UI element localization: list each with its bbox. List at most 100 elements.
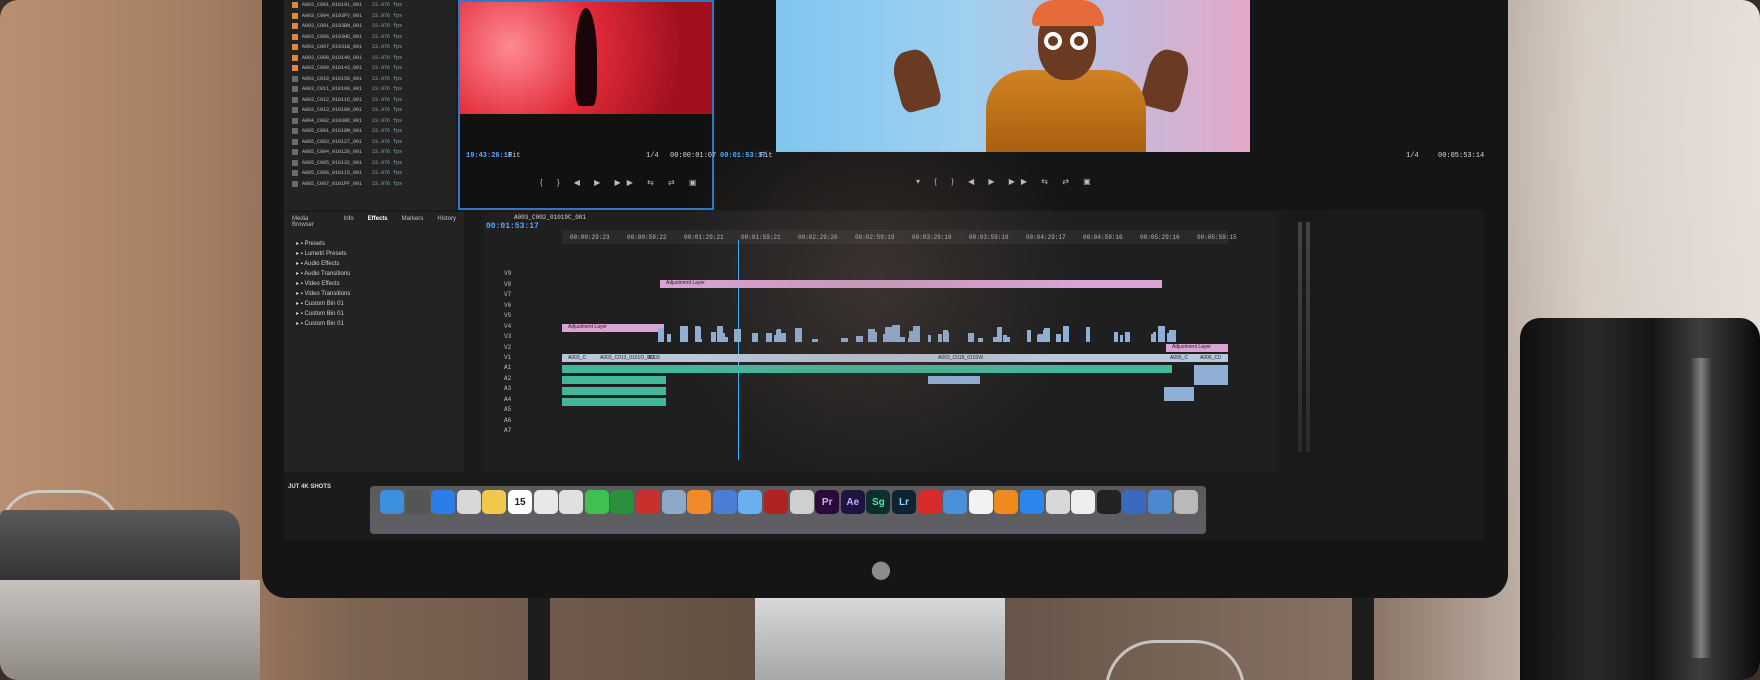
- project-item[interactable]: A003_C009_010143_001 23.976 fps: [284, 63, 456, 74]
- effects-folder[interactable]: ▸ ▪ Custom Bin 01: [284, 298, 464, 308]
- track-label-a6[interactable]: A6: [504, 417, 511, 424]
- effects-folder[interactable]: ▸ ▪ Audio Transitions: [284, 268, 464, 278]
- project-item[interactable]: A005_C003_010127_001 23.976 fps: [284, 137, 456, 148]
- video-clip[interactable]: [725, 336, 729, 342]
- textedit-icon[interactable]: [533, 490, 558, 514]
- track-label-a3[interactable]: A3: [504, 385, 511, 392]
- speedgrade-icon[interactable]: Sg: [866, 490, 891, 514]
- adjustment-layer-clip[interactable]: Adjustment Layer: [1166, 344, 1228, 352]
- lightroom-icon[interactable]: Lr: [892, 490, 916, 514]
- preview-icon-2[interactable]: [1045, 490, 1070, 514]
- calendar-icon[interactable]: 15: [508, 490, 532, 514]
- terminal-icon[interactable]: [1096, 490, 1121, 514]
- track-label-a2[interactable]: A2: [504, 375, 511, 382]
- photo-booth-icon[interactable]: [636, 490, 660, 514]
- audio-clip[interactable]: [562, 365, 1172, 373]
- track-label-a7[interactable]: A7: [504, 427, 511, 434]
- video-clip[interactable]: [1055, 334, 1061, 342]
- adjustment-layer-clip[interactable]: Adjustment Layer: [562, 324, 664, 332]
- video-clip[interactable]: [752, 333, 759, 342]
- project-item[interactable]: A005_C005_010132_001 23.976 fps: [284, 158, 456, 169]
- project-item[interactable]: A003_C001_010191_001 23.976 fps: [284, 0, 456, 11]
- video-clip[interactable]: [1044, 328, 1050, 342]
- tab-markers[interactable]: Markers: [402, 216, 424, 228]
- track-label-a5[interactable]: A5: [504, 406, 511, 413]
- tab-media-browser[interactable]: Media Browser: [292, 216, 330, 228]
- downloads-icon[interactable]: [1148, 490, 1172, 514]
- video-clip[interactable]: [997, 326, 1002, 342]
- video-clip[interactable]: [658, 328, 664, 342]
- source-transport-controls[interactable]: { } ◀ ▶ ▶▶ ⇆ ⇄ ▣: [540, 178, 702, 187]
- track-label-v6[interactable]: V6: [504, 302, 511, 309]
- ibooks-icon[interactable]: [994, 490, 1019, 514]
- project-item[interactable]: A003_C011_010108_001 23.976 fps: [284, 84, 456, 95]
- project-item[interactable]: A003_C010_010158_001 23.976 fps: [284, 74, 456, 85]
- audio-clip[interactable]: [562, 398, 666, 406]
- xcode-icon[interactable]: [1122, 490, 1147, 514]
- project-item[interactable]: A003_C004_0103PV_001 23.976 fps: [284, 11, 456, 22]
- tab-effects[interactable]: Effects: [368, 216, 388, 228]
- keynote-podium-icon[interactable]: [943, 490, 968, 514]
- video-clip[interactable]: [892, 325, 900, 342]
- track-label-v1[interactable]: V1: [504, 354, 511, 361]
- video-clip[interactable]: [1157, 326, 1165, 342]
- track-label-v3[interactable]: V3: [504, 333, 511, 340]
- messages-icon[interactable]: [584, 490, 609, 514]
- program-zoom-dropdown[interactable]: 1/4: [1406, 152, 1419, 160]
- facetime-icon[interactable]: [610, 490, 635, 514]
- video-clip[interactable]: [1152, 331, 1157, 342]
- notes-icon[interactable]: [482, 490, 507, 514]
- video-clip[interactable]: [680, 333, 687, 342]
- video-clip[interactable]: [1085, 327, 1090, 342]
- finder-icon[interactable]: [380, 490, 404, 514]
- photos-icon[interactable]: [456, 490, 481, 514]
- program-transport-controls[interactable]: ▾ { } ◀ ▶ ▶▶ ⇆ ⇄ ▣: [916, 177, 1097, 186]
- video-clip[interactable]: [978, 337, 984, 342]
- itunes-icon[interactable]: [968, 490, 993, 514]
- video-clip[interactable]: [1169, 329, 1173, 342]
- project-item[interactable]: A003_C008_010149_001 23.976 fps: [284, 53, 456, 64]
- effects-folder[interactable]: ▸ ▪ Lumetri Presets: [284, 248, 464, 258]
- source-monitor[interactable]: 19:43:26:18 Fit 1/4 00:00:01:07 { } ◀ ▶ …: [458, 0, 716, 210]
- track-label-v5[interactable]: V5: [504, 312, 511, 319]
- video-clip[interactable]: [840, 337, 849, 342]
- track-label-a4[interactable]: A4: [504, 396, 511, 403]
- video-clip[interactable]: [716, 326, 723, 342]
- timeline-panel[interactable]: A003_C002_01019C_001 00:01:53:17 00:00:2…: [484, 212, 1276, 472]
- video-clip[interactable]: [780, 332, 787, 342]
- video-clip[interactable]: [967, 333, 975, 342]
- video-clip[interactable]: [1005, 336, 1010, 342]
- video-clip[interactable]: [710, 332, 716, 342]
- track-label-v7[interactable]: V7: [504, 291, 511, 298]
- video-clip[interactable]: [812, 338, 819, 342]
- video-clip[interactable]: [697, 338, 702, 342]
- pages-icon[interactable]: [687, 490, 712, 514]
- audio-clip[interactable]: [1194, 365, 1228, 385]
- video-clip[interactable]: [1113, 332, 1118, 342]
- project-item[interactable]: A003_C001_0103BN_001 23.976 fps: [284, 21, 456, 32]
- script-editor-icon[interactable]: [1071, 490, 1096, 514]
- tab-history[interactable]: History: [437, 216, 456, 228]
- effects-folder[interactable]: ▸ ▪ Audio Effects: [284, 258, 464, 268]
- video-clip[interactable]: [794, 328, 802, 342]
- project-item[interactable]: A005_C007_0101PF_001 23.976 fps: [284, 179, 456, 190]
- program-monitor[interactable]: 00:01:53:17 Fit 1/4 00:05:53:14 ▾ { } ◀ …: [716, 0, 1484, 210]
- source-timecode-in[interactable]: 19:43:26:18: [466, 152, 512, 160]
- project-item[interactable]: A005_C006_010115_001 23.976 fps: [284, 168, 456, 179]
- project-item[interactable]: A005_C001_01018M_001 23.976 fps: [284, 126, 456, 137]
- project-item[interactable]: A003_C006_0103HD_001 23.976 fps: [284, 32, 456, 43]
- iphoto-icon[interactable]: [661, 490, 686, 514]
- audio-clip[interactable]: [928, 376, 980, 384]
- trash-icon[interactable]: [1173, 490, 1198, 514]
- track-label-v4[interactable]: V4: [504, 323, 511, 330]
- dvd-player-icon[interactable]: [764, 490, 788, 514]
- video-clip[interactable]: [928, 334, 932, 342]
- audio-clip[interactable]: [1164, 387, 1194, 401]
- video-clip[interactable]: [773, 334, 781, 342]
- mail-icon[interactable]: [738, 490, 763, 514]
- effects-folder[interactable]: ▸ ▪ Custom Bin 01: [284, 308, 464, 318]
- video-clip[interactable]: [884, 326, 892, 342]
- creative-cloud-icon[interactable]: [917, 490, 942, 514]
- video-clip[interactable]: [1125, 331, 1131, 342]
- preview-icon[interactable]: [559, 490, 584, 514]
